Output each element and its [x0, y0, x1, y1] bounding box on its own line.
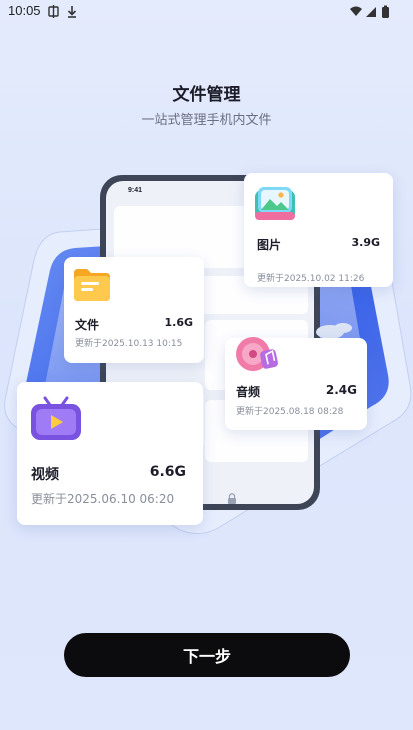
card-audio[interactable]: 音频 2.4G 更新于2025.08.18 08:28 — [225, 337, 367, 430]
video-play-icon — [31, 396, 81, 440]
card-video-size: 6.6G — [149, 464, 186, 480]
document-folder-icon — [74, 269, 110, 301]
music-disc-icon — [236, 337, 278, 371]
card-pictures-date: 更新于2025.10.02 11:26 — [257, 274, 365, 284]
card-video-date: 更新于2025.06.10 06:20 — [31, 492, 175, 506]
card-audio-date: 更新于2025.08.18 08:28 — [236, 407, 344, 417]
card-documents-date: 更新于2025.10.13 10:15 — [75, 339, 183, 349]
hero-illustration: 9:41 图片 3.9G 更新于2025.10.02 11:26 文件 1.6G… — [0, 160, 413, 540]
card-documents-name: 文件 — [75, 318, 100, 332]
signal-battery-icon — [350, 5, 389, 18]
card-video-name: 视频 — [31, 467, 59, 483]
image-icon — [255, 187, 295, 220]
notification-icon — [48, 5, 77, 18]
card-audio-size: 2.4G — [325, 383, 357, 397]
page-title: 文件管理 — [172, 85, 241, 105]
phone-mock-time: 9:41 — [128, 187, 142, 194]
card-pictures[interactable]: 图片 3.9G 更新于2025.10.02 11:26 — [244, 173, 393, 287]
status-time: 10:05 — [8, 3, 41, 18]
card-documents-size: 1.6G — [164, 316, 193, 329]
system-nav-area — [0, 700, 413, 730]
card-video[interactable]: 视频 6.6G 更新于2025.06.10 06:20 — [17, 382, 203, 525]
status-notification-icons — [48, 4, 88, 23]
card-pictures-name: 图片 — [257, 238, 282, 252]
card-pictures-size: 3.9G — [351, 236, 380, 249]
next-button[interactable]: 下一步 — [64, 633, 350, 677]
status-bar: 10:05 — [0, 0, 413, 24]
status-system-icons — [349, 4, 391, 23]
page-subtitle: 一站式管理手机内文件 — [141, 113, 272, 128]
card-audio-name: 音频 — [236, 385, 261, 399]
card-documents[interactable]: 文件 1.6G 更新于2025.10.13 10:15 — [64, 257, 204, 363]
